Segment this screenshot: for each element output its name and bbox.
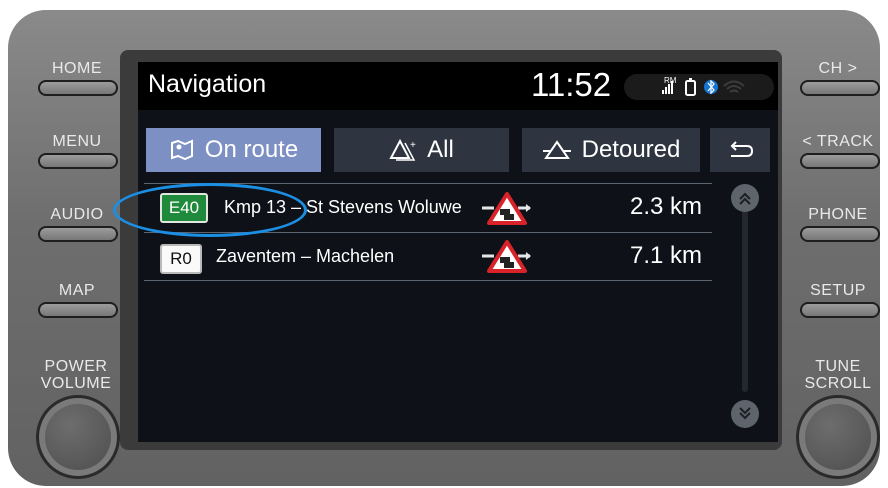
menu-button[interactable] xyxy=(38,153,118,169)
tab-all[interactable]: + All xyxy=(334,128,509,172)
tab-on-route-label: On route xyxy=(204,136,299,163)
traffic-jam-icon xyxy=(482,192,531,225)
signal-label: RM xyxy=(664,76,677,85)
double-chevron-up-icon xyxy=(739,192,751,205)
audio-button[interactable] xyxy=(38,226,118,242)
tab-detoured-label: Detoured xyxy=(581,136,681,163)
tune-label: TUNE xyxy=(815,358,861,375)
tab-on-route[interactable]: On route xyxy=(146,128,321,172)
phone-button-label: PHONE xyxy=(808,206,868,223)
page-title: Navigation xyxy=(148,70,267,98)
scroll-up-button[interactable] xyxy=(731,184,759,212)
highlight-ellipse xyxy=(113,183,307,237)
audio-button-label: AUDIO xyxy=(50,206,104,223)
incident-distance: 7.1 km xyxy=(629,242,702,269)
home-button-label: HOME xyxy=(52,60,102,77)
menu-button-label: MENU xyxy=(52,133,102,150)
ch-button[interactable] xyxy=(800,80,880,96)
tune-scroll-knob[interactable] xyxy=(796,395,880,479)
incident-distance: 2.3 km xyxy=(629,193,702,220)
volume-label: VOLUME xyxy=(40,375,112,392)
setup-button[interactable] xyxy=(800,302,880,318)
incident-row[interactable]: R0 Zaventem – Machelen 7.1 km xyxy=(144,233,712,280)
back-arrow-icon xyxy=(730,141,753,157)
track-button-label: < TRACK xyxy=(802,133,874,150)
scroll-down-button[interactable] xyxy=(731,400,759,428)
tab-detoured[interactable]: Detoured xyxy=(522,128,700,172)
map-button-label: MAP xyxy=(58,282,96,299)
row-divider xyxy=(144,280,712,281)
bluetooth-icon xyxy=(704,79,718,95)
back-button[interactable] xyxy=(710,128,770,172)
svg-text:+: + xyxy=(410,140,416,151)
scrollbar-track[interactable] xyxy=(742,192,748,392)
incident-description: Zaventem – Machelen xyxy=(216,246,395,266)
display-screen: Navigation 11:52 RM On route + All Detou… xyxy=(138,62,778,442)
clock: 11:52 xyxy=(531,66,612,103)
wifi-icon xyxy=(723,80,745,93)
road-badge: R0 xyxy=(160,244,202,274)
track-button[interactable] xyxy=(800,153,880,169)
phone-button[interactable] xyxy=(800,226,880,242)
status-icons xyxy=(662,78,745,96)
ch-button-label: CH > xyxy=(818,60,858,77)
battery-icon xyxy=(685,78,696,96)
status-indicators: RM xyxy=(624,74,774,100)
warning-all-icon: + xyxy=(389,138,416,161)
map-route-icon xyxy=(170,139,193,161)
status-bar: Navigation 11:52 RM xyxy=(138,62,778,110)
double-chevron-down-icon xyxy=(739,407,751,420)
scroll-label: SCROLL xyxy=(804,375,872,392)
home-button[interactable] xyxy=(38,80,118,96)
map-button[interactable] xyxy=(38,302,118,318)
power-label: POWER xyxy=(44,358,108,375)
detour-icon xyxy=(542,140,571,159)
setup-button-label: SETUP xyxy=(810,282,866,299)
power-volume-knob[interactable] xyxy=(36,395,120,479)
tab-all-label: All xyxy=(427,136,454,163)
traffic-jam-icon xyxy=(482,240,531,273)
